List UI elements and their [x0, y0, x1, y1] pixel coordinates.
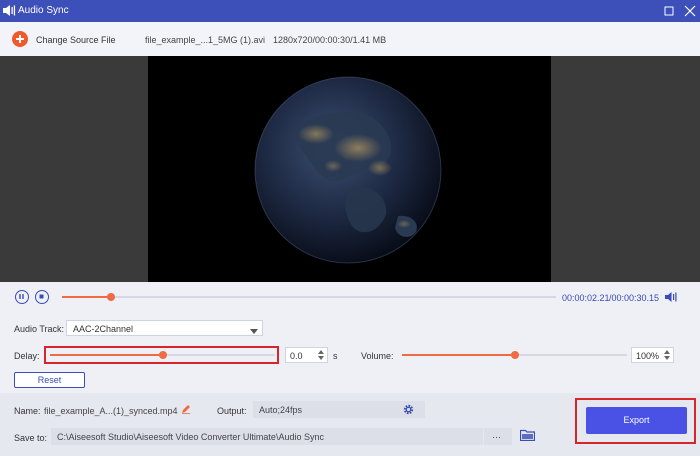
video-preview — [148, 56, 551, 282]
export-button[interactable]: Export — [586, 407, 687, 434]
change-source-file-button[interactable]: Change Source File — [36, 35, 116, 45]
delay-label: Delay: — [14, 351, 40, 361]
delay-input[interactable]: 0.0 — [285, 347, 328, 363]
audio-sync-window: Audio Sync Change Source File file_examp… — [0, 0, 700, 456]
video-preview-area — [0, 56, 700, 282]
output-name-label: Name: — [14, 406, 41, 416]
maximize-icon[interactable] — [660, 2, 678, 20]
save-path-field[interactable]: C:\Aiseesoft Studio\Aiseesoft Video Conv… — [51, 428, 483, 445]
volume-slider-fill — [402, 354, 515, 356]
pencil-icon[interactable] — [181, 404, 191, 416]
playback-progress-fill — [62, 296, 111, 298]
delay-slider[interactable] — [50, 351, 275, 359]
playback-progress-handle[interactable] — [107, 293, 115, 301]
delay-unit: s — [333, 351, 338, 361]
volume-value: 100% — [636, 351, 660, 361]
volume-slider[interactable] — [402, 351, 627, 359]
delay-value: 0.0 — [290, 351, 303, 361]
pause-icon[interactable] — [15, 290, 29, 304]
speaker-icon[interactable] — [665, 291, 678, 305]
audio-track-value: AAC-2Channel — [73, 324, 134, 334]
audio-track-label: Audio Track: — [14, 324, 65, 334]
source-file-info: 1280x720/00:00:30/1.41 MB — [273, 35, 387, 45]
close-icon[interactable] — [681, 2, 699, 20]
delay-slider-handle[interactable] — [159, 351, 167, 359]
output-format-label: Output: — [217, 406, 247, 416]
stop-icon[interactable] — [35, 290, 49, 304]
title-bar: Audio Sync — [0, 0, 700, 22]
folder-icon[interactable] — [519, 429, 536, 443]
source-bar: Change Source File file_example_...1_5MG… — [0, 22, 700, 56]
window-title: Audio Sync — [18, 5, 69, 16]
audio-track-select[interactable]: AAC-2Channel — [66, 320, 263, 336]
plus-icon[interactable] — [12, 31, 28, 47]
output-name-value: file_example_A...(1)_synced.mp4 — [44, 406, 178, 416]
browse-path-button[interactable]: ··· — [484, 428, 512, 445]
output-format-field[interactable]: Auto;24fps — [253, 401, 425, 418]
reset-button[interactable]: Reset — [14, 372, 85, 388]
audio-sync-icon — [3, 4, 16, 19]
gear-icon[interactable] — [403, 404, 414, 417]
browse-path-label: ··· — [492, 432, 501, 442]
save-to-label: Save to: — [14, 433, 48, 443]
playback-bar: 00:00:02.21 /00:00:30.15 — [0, 282, 700, 314]
playback-progress-slider[interactable] — [62, 293, 556, 301]
volume-label: Volume: — [361, 351, 394, 361]
volume-stepper-icon[interactable] — [663, 349, 671, 361]
chevron-down-icon — [250, 326, 258, 336]
delay-stepper-icon[interactable] — [317, 349, 325, 361]
current-time: 00:00:02.21 — [562, 293, 610, 303]
volume-slider-handle[interactable] — [511, 351, 519, 359]
volume-input[interactable]: 100% — [631, 347, 674, 363]
save-path-value: C:\Aiseesoft Studio\Aiseesoft Video Conv… — [57, 432, 324, 442]
total-time: /00:00:30.15 — [609, 293, 660, 303]
earth-image — [254, 76, 442, 264]
delay-slider-fill — [50, 354, 163, 356]
source-file-name: file_example_...1_5MG (1).avi — [145, 35, 266, 45]
output-format-value: Auto;24fps — [259, 405, 303, 415]
